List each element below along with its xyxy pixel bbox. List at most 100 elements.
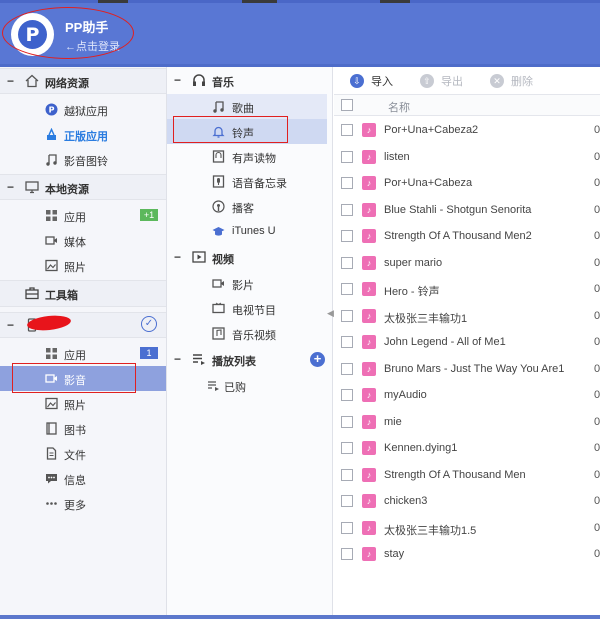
ringtone-list-panel: ⇩ 导入 ⇧ 导出 ✕ 删除 名称 ♪ Por+Una+Cabeza2 0 ♪ list…: [334, 67, 600, 619]
row-checkbox[interactable]: [341, 336, 353, 348]
ringtone-name: listen: [384, 150, 410, 163]
ringtone-name: Hero - 铃声: [384, 286, 440, 298]
table-row[interactable]: ♪ Hero - 铃声 0: [334, 276, 600, 303]
export-button[interactable]: ⇧ 导出: [420, 74, 463, 88]
section-video[interactable]: − 视频: [167, 245, 332, 271]
section-toolbox[interactable]: 工具箱: [0, 280, 166, 307]
row-checkbox[interactable]: [341, 256, 353, 269]
table-row[interactable]: ♪ Por+Una+Cabeza2 0: [334, 117, 600, 144]
table-row[interactable]: ♪ 太极张三丰输功1.5 0: [334, 515, 600, 542]
import-button[interactable]: ⇩ 导入: [350, 74, 393, 88]
media-nav-voice-memos[interactable]: 语音备忘录: [167, 169, 327, 194]
row-checkbox[interactable]: [341, 468, 353, 481]
section-local-resources[interactable]: − 本地资源: [0, 174, 166, 200]
sidebar-item-local-apps[interactable]: 应用 +1: [0, 203, 166, 228]
collapse-toggle[interactable]: −: [7, 180, 14, 194]
ringtone-name: Strength Of A Thousand Men: [384, 468, 526, 481]
row-checkbox[interactable]: [341, 283, 353, 295]
ringtone-second-column: 0: [594, 548, 600, 560]
sidebar-item-jailbreak-apps[interactable]: P 越狱应用: [0, 97, 166, 122]
row-checkbox[interactable]: [341, 442, 353, 454]
add-playlist-button[interactable]: +: [310, 352, 325, 367]
row-checkbox[interactable]: [341, 389, 353, 401]
row-checkbox[interactable]: [341, 495, 353, 507]
delete-button[interactable]: ✕ 删除: [490, 74, 533, 88]
svg-text:P: P: [49, 106, 55, 115]
sidebar-item-device-files[interactable]: 文件: [0, 441, 166, 466]
row-checkbox[interactable]: [341, 309, 353, 322]
row-checkbox[interactable]: [341, 521, 353, 534]
table-row[interactable]: ♪ Blue Stahli - Shotgun Senorita 0: [334, 197, 600, 224]
annotation-ellipse: [2, 7, 134, 59]
ringtone-second-column: 0: [594, 415, 600, 428]
monitor-icon: [25, 180, 39, 194]
media-nav-purchased[interactable]: 已购: [167, 373, 327, 398]
column-header-name[interactable]: 名称: [388, 99, 410, 115]
collapse-panel-handle[interactable]: ◀: [327, 308, 334, 319]
sidebar-item-label: 媒体: [64, 237, 86, 249]
sidebar-item-local-media[interactable]: 媒体: [0, 228, 166, 253]
playlist-section-icon: [192, 352, 206, 366]
sidebar-item-media-ringtones[interactable]: 影音图铃: [0, 147, 166, 172]
section-playlists[interactable]: − 播放列表 +: [167, 347, 332, 373]
ringtone-second-column: 0: [594, 124, 600, 136]
collapse-toggle[interactable]: −: [174, 352, 181, 366]
delete-icon: ✕: [490, 74, 504, 88]
ringtone-name: super mario: [384, 256, 443, 269]
sidebar-item-genuine-apps[interactable]: 正版应用: [0, 122, 166, 147]
media-nav-tv-shows[interactable]: 电视节目: [167, 296, 327, 321]
sidebar-item-device-messages[interactable]: 信息: [0, 466, 166, 491]
row-checkbox[interactable]: [341, 203, 353, 216]
sidebar-item-device-books[interactable]: 图书: [0, 416, 166, 441]
playlist-icon: [207, 379, 220, 392]
table-row[interactable]: ♪ Bruno Mars - Just The Way You Are1 0: [334, 356, 600, 383]
table-row[interactable]: ♪ stay 0: [334, 541, 600, 568]
ringtone-second-column: 0: [594, 283, 600, 295]
collapse-toggle[interactable]: −: [7, 318, 14, 332]
table-row[interactable]: ♪ Kennen.dying1 0: [334, 435, 600, 462]
ringtone-second-column: 0: [594, 336, 600, 348]
collapse-toggle[interactable]: −: [174, 250, 181, 264]
section-network-resources[interactable]: − 网络资源: [0, 68, 166, 94]
row-checkbox[interactable]: [341, 150, 353, 163]
video-section-icon: [192, 250, 206, 264]
sidebar-item-label: 应用: [64, 212, 86, 224]
row-checkbox[interactable]: [341, 177, 353, 189]
media-nav-label: 影片: [232, 280, 254, 292]
section-music[interactable]: − 音乐: [167, 68, 332, 94]
section-title: 本地资源: [45, 184, 89, 196]
sidebar-item-device-photos[interactable]: 照片: [0, 391, 166, 416]
table-row[interactable]: ♪ Strength Of A Thousand Men 0: [334, 462, 600, 489]
table-row[interactable]: ♪ Por+Una+Cabeza 0: [334, 170, 600, 197]
table-row[interactable]: ♪ John Legend - All of Me1 0: [334, 329, 600, 356]
collapse-toggle[interactable]: −: [174, 73, 181, 87]
select-all-checkbox[interactable]: [341, 99, 353, 111]
row-checkbox[interactable]: [341, 230, 353, 242]
row-checkbox[interactable]: [341, 415, 353, 428]
media-nav-audiobooks[interactable]: 有声读物: [167, 144, 327, 169]
sidebar-item-local-photos[interactable]: 照片: [0, 253, 166, 278]
section-device[interactable]: − ✓: [0, 312, 166, 338]
sidebar-item-device-more[interactable]: 更多: [0, 491, 166, 516]
table-row[interactable]: ♪ 太极张三丰输功1 0: [334, 303, 600, 330]
sidebar-item-label: 照片: [64, 262, 86, 274]
media-nav-label: 有声读物: [232, 153, 276, 165]
media-nav-movies[interactable]: 影片: [167, 271, 327, 296]
collapse-toggle[interactable]: −: [7, 74, 14, 88]
row-checkbox[interactable]: [341, 362, 353, 375]
ringtone-name: John Legend - All of Me1: [384, 336, 506, 348]
table-row[interactable]: ♪ listen 0: [334, 144, 600, 171]
table-row[interactable]: ♪ myAudio 0: [334, 382, 600, 409]
ringtone-file-icon: ♪: [362, 149, 376, 164]
check-icon[interactable]: ✓: [141, 316, 157, 332]
table-row[interactable]: ♪ Strength Of A Thousand Men2 0: [334, 223, 600, 250]
ringtone-second-column: 0: [594, 495, 600, 507]
row-checkbox[interactable]: [341, 548, 353, 560]
table-row[interactable]: ♪ super mario 0: [334, 250, 600, 277]
media-nav-music-videos[interactable]: 音乐视频: [167, 321, 327, 346]
media-nav-itunes-u[interactable]: iTunes U: [167, 219, 327, 244]
media-nav-podcasts[interactable]: 播客: [167, 194, 327, 219]
row-checkbox[interactable]: [341, 124, 353, 136]
table-row[interactable]: ♪ chicken3 0: [334, 488, 600, 515]
table-row[interactable]: ♪ mie 0: [334, 409, 600, 436]
